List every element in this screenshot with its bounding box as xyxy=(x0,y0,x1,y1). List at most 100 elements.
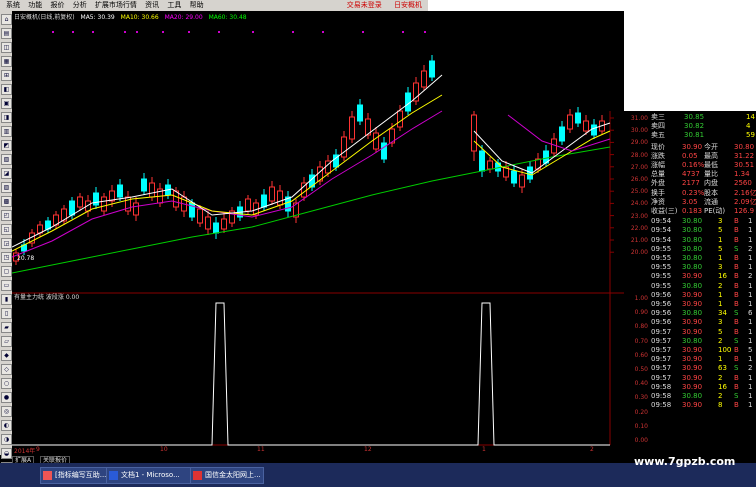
tick-price: 30.80 xyxy=(682,309,703,318)
tool-icon[interactable]: ● xyxy=(1,392,12,403)
candle-body xyxy=(381,142,387,160)
tick-price: 30.90 xyxy=(682,272,703,281)
trade-login-link[interactable]: 交易未登录 xyxy=(347,1,382,9)
taskbar-item-word[interactable]: 文档1 - Microso... xyxy=(106,467,200,484)
candle-body xyxy=(487,160,493,170)
tick-price: 30.90 xyxy=(682,327,703,336)
tool-icon[interactable]: ⊞ xyxy=(1,70,12,81)
taskbar-item-label: [指标编写互助... xyxy=(55,471,107,479)
tool-icon[interactable]: ◳ xyxy=(1,252,12,263)
tick-time: 09:58 xyxy=(651,382,672,391)
tick-price: 30.80 xyxy=(682,235,703,244)
stock-name-link[interactable]: 日安概机 xyxy=(394,1,422,9)
tool-icon[interactable]: ⌂ xyxy=(1,14,12,25)
kline-chart[interactable] xyxy=(12,11,624,455)
tool-icon[interactable]: ◪ xyxy=(1,168,12,179)
price-tick: 28.00 xyxy=(630,151,648,159)
menu-bar: 系统 功能 报价 分析 扩展市场行情 资讯 工具 帮助 交易未登录 日安概机 xyxy=(0,0,428,11)
window-icon xyxy=(43,471,52,480)
tool-icon[interactable]: ◨ xyxy=(1,112,12,123)
tick-row: 09:57 30.90 2 B 1 xyxy=(650,374,756,383)
signal-dot xyxy=(72,31,74,33)
candle-body xyxy=(221,218,227,230)
tick-side: S xyxy=(734,244,739,253)
tool-icon[interactable]: ◧ xyxy=(1,84,12,95)
tool-icon[interactable]: ▦ xyxy=(1,56,12,67)
stat-label: 涨幅 xyxy=(651,161,665,169)
ma5-label: MA5: 30.39 xyxy=(80,14,115,21)
menu-item-function[interactable]: 功能 xyxy=(28,1,42,9)
tool-icon[interactable]: ▭ xyxy=(1,280,12,291)
tick-row: 09:55 30.90 16 B 2 xyxy=(650,272,756,281)
stat-label: PE(动) xyxy=(704,207,726,215)
price-axis: 31.00 30.00 29.00 28.00 27.00 26.00 25.00 24.00… xyxy=(624,111,650,444)
chart-legend: 日安概机(日线,前复权) MA5: 30.39 MA10: 30.66 MA20… xyxy=(14,12,247,21)
tool-icon[interactable]: ◑ xyxy=(1,434,12,445)
menu-right-links: 交易未登录 日安概机 xyxy=(337,0,422,11)
tool-icon[interactable]: ▰ xyxy=(1,322,12,333)
chart-background xyxy=(12,11,624,455)
tool-icon[interactable]: ◒ xyxy=(1,448,12,459)
tool-icon[interactable]: ◐ xyxy=(1,420,12,431)
candle-body xyxy=(567,114,573,130)
tool-icon[interactable]: ▧ xyxy=(1,154,12,165)
ask-volume: 59 xyxy=(746,131,755,140)
menu-item-info[interactable]: 资讯 xyxy=(145,1,159,9)
tick-row: 09:55 30.80 1 B 1 xyxy=(650,254,756,263)
tool-icon[interactable]: ▥ xyxy=(1,126,12,137)
stat-label: 最高 xyxy=(704,151,718,160)
stat-value: 30.51 xyxy=(734,161,755,169)
indicator-tick: 0.00 xyxy=(634,437,648,444)
tool-icon[interactable]: ◰ xyxy=(1,210,12,221)
tick-volume: 1 xyxy=(718,300,723,308)
tool-icon[interactable]: ◎ xyxy=(1,406,12,417)
tick-count: 1 xyxy=(748,300,753,308)
tick-volume: 5 xyxy=(718,327,723,336)
menu-item-quote[interactable]: 报价 xyxy=(50,1,64,9)
candle-body xyxy=(261,194,267,208)
menu-item-help[interactable]: 帮助 xyxy=(190,1,204,9)
tool-icon[interactable]: ▣ xyxy=(1,98,12,109)
tool-icon[interactable]: ◱ xyxy=(1,224,12,235)
tick-count: 1 xyxy=(748,318,753,327)
tick-time: 09:57 xyxy=(651,355,672,364)
tool-icon[interactable]: ◆ xyxy=(1,350,12,361)
tool-icon[interactable]: ▢ xyxy=(1,266,12,277)
stat-label: 收益(三) xyxy=(651,207,678,215)
tick-time: 09:54 xyxy=(651,235,672,244)
tick-count: 5 xyxy=(748,346,753,354)
price-tick: 22.00 xyxy=(630,224,648,232)
candle-body xyxy=(413,82,419,102)
candle-body xyxy=(245,198,251,212)
tool-icon[interactable]: ▱ xyxy=(1,336,12,347)
menu-item-system[interactable]: 系统 xyxy=(6,1,20,9)
taskbar-item-trader[interactable]: 国信金太阳网上... xyxy=(190,467,264,484)
menu-item-ext-market[interactable]: 扩展市场行情 xyxy=(95,1,137,9)
signal-dot xyxy=(52,31,54,33)
tick-volume: 1 xyxy=(718,290,723,299)
trader-icon xyxy=(193,471,202,480)
signal-dot xyxy=(92,31,94,33)
indicator-tick: 1.00 xyxy=(634,295,648,302)
tool-icon[interactable]: ◩ xyxy=(1,140,12,151)
tool-icon[interactable]: ○ xyxy=(1,378,12,389)
tool-icon[interactable]: ▨ xyxy=(1,182,12,193)
tick-count: 6 xyxy=(748,309,753,318)
stat-row: 现价 30.90 今开 30.80 xyxy=(650,143,756,152)
tick-time: 09:55 xyxy=(651,272,672,281)
tick-count: 2 xyxy=(748,364,753,373)
tool-icon[interactable]: ▩ xyxy=(1,196,12,207)
tool-icon[interactable]: ▮ xyxy=(1,294,12,305)
tool-icon[interactable]: ◫ xyxy=(1,42,12,53)
tool-icon[interactable]: ◲ xyxy=(1,238,12,249)
signal-dot xyxy=(124,31,126,33)
tick-count: 1 xyxy=(748,392,753,400)
taskbar-item-forum[interactable]: [指标编写互助... xyxy=(40,467,114,484)
signal-dot xyxy=(188,31,190,33)
menu-item-tools[interactable]: 工具 xyxy=(167,1,181,9)
tool-icon[interactable]: ◇ xyxy=(1,364,12,375)
tool-icon[interactable]: ▯ xyxy=(1,308,12,319)
menu-item-analysis[interactable]: 分析 xyxy=(73,1,87,9)
indicator-tick: 0.40 xyxy=(634,380,648,388)
tool-icon[interactable]: ▤ xyxy=(1,28,12,39)
